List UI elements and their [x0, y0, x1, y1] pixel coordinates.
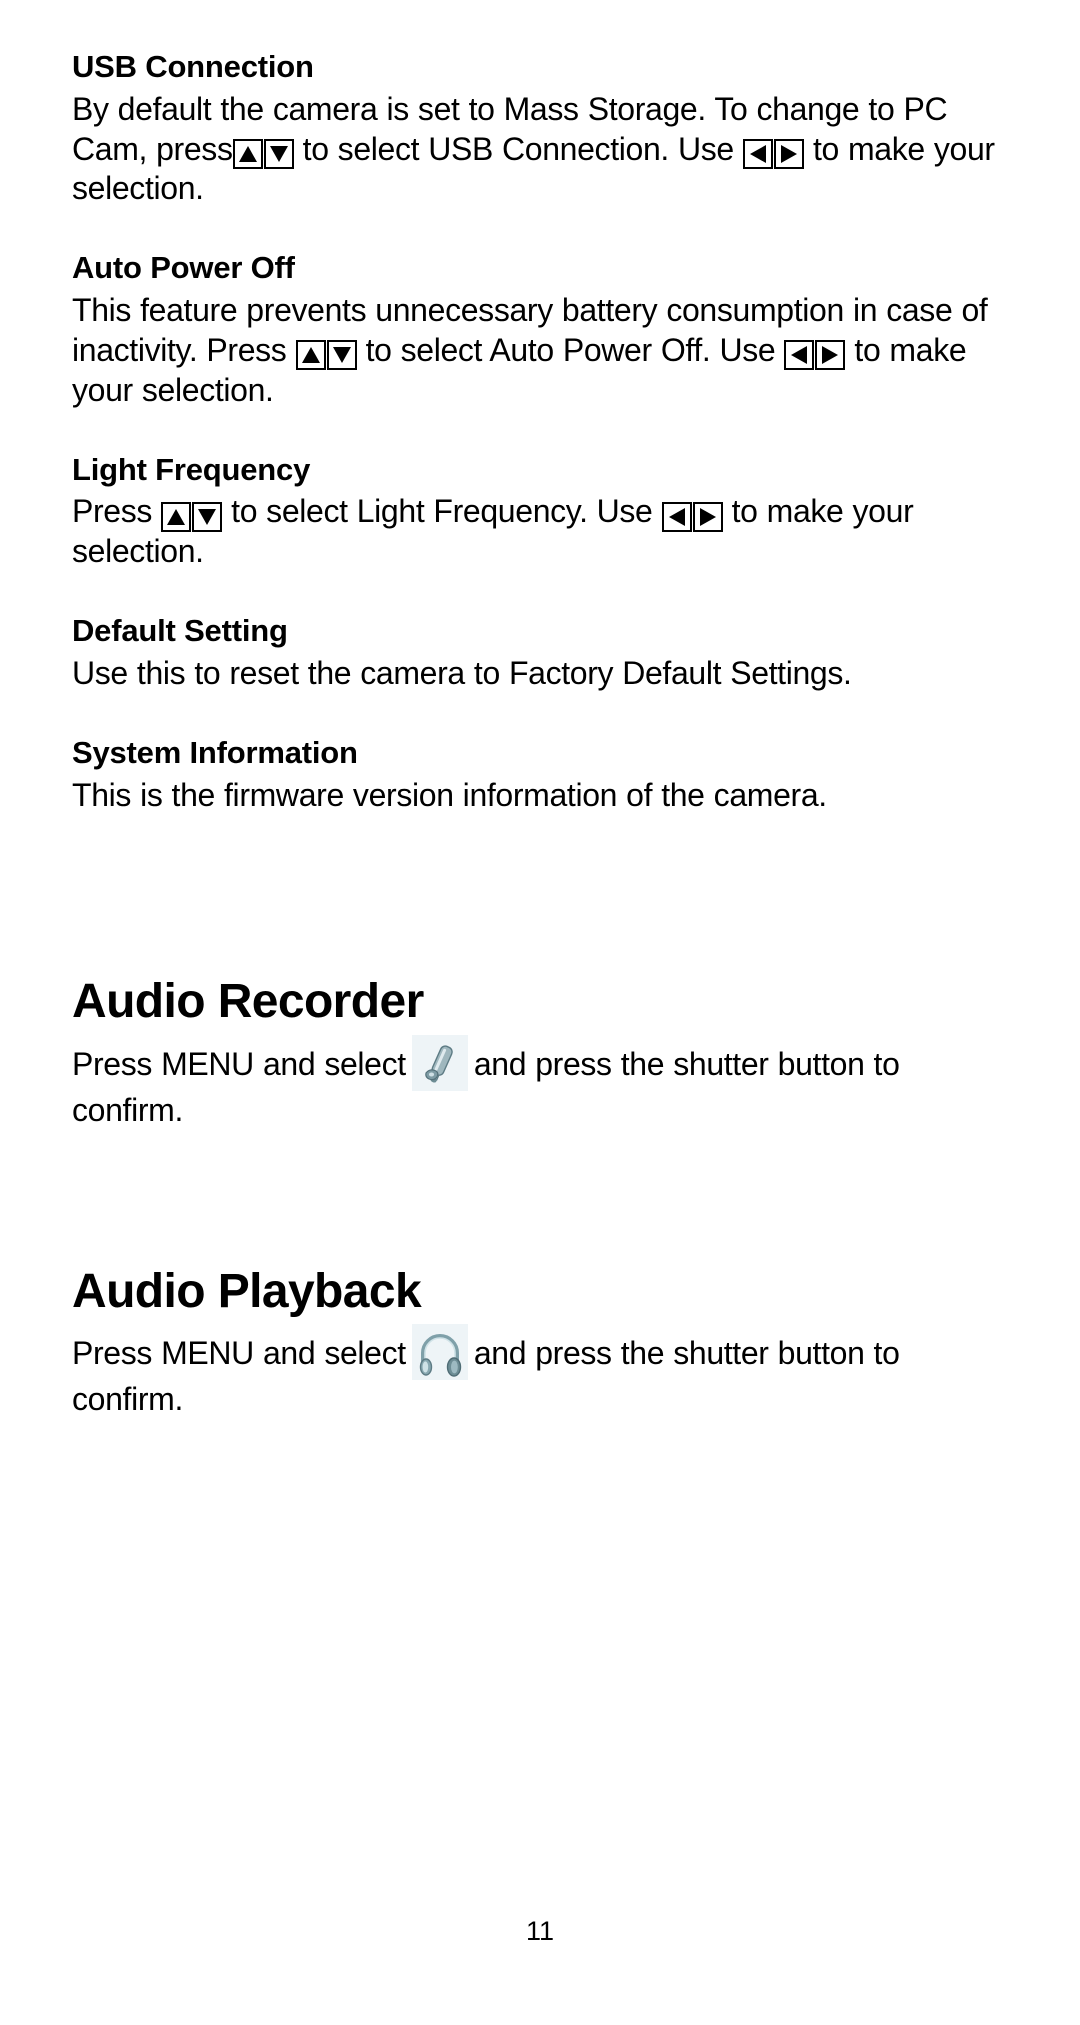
ap-text-part-1: Press MENU and select: [72, 1335, 406, 1372]
up-down-key-pair: [232, 139, 294, 170]
section-body-audio-playback: Press MENU and select and press the shutt…: [72, 1324, 1008, 1420]
page-content: USB Connection By default the camera is …: [72, 0, 1008, 1420]
section-system-information: System Information This is the firmware …: [72, 734, 1008, 816]
section-heading-usb-connection: USB Connection: [72, 49, 314, 84]
down-arrow-key-icon: [263, 139, 294, 170]
left-arrow-key-icon: [784, 340, 815, 371]
down-arrow-key-icon: [192, 501, 223, 532]
right-arrow-key-icon: [773, 139, 804, 170]
left-right-key-pair: [784, 340, 846, 371]
up-down-key-pair: [295, 340, 357, 371]
section-heading-audio-recorder: Audio Recorder: [72, 975, 424, 1029]
headphones-icon: [411, 1324, 468, 1381]
lf-text-part-2: to select Light Frequency. Use: [231, 493, 653, 530]
section-body-system-information: This is the firmware version information…: [72, 776, 827, 813]
left-right-key-pair: [742, 139, 804, 170]
right-arrow-key-icon: [692, 501, 723, 532]
up-arrow-key-icon: [161, 501, 192, 532]
section-audio-playback: Audio Playback Press MENU and select and …: [72, 1263, 1008, 1420]
vertical-spacer: [72, 855, 1008, 973]
section-usb-connection: USB Connection By default the camera is …: [72, 48, 1008, 209]
section-light-frequency: Light Frequency Press to select Light Fr…: [72, 451, 1008, 572]
left-right-key-pair: [661, 501, 723, 532]
section-body-usb-connection: By default the camera is set to Mass Sto…: [72, 90, 1008, 209]
up-arrow-key-icon: [232, 139, 263, 170]
lf-text-part-1: Press: [72, 493, 153, 530]
section-body-audio-recorder: Press MENU and select and press the shutt…: [72, 1034, 1008, 1131]
section-audio-recorder: Audio Recorder Press MENU and select and …: [72, 973, 1008, 1130]
section-body-default-setting: Use this to reset the camera to Factory …: [72, 654, 852, 691]
right-arrow-key-icon: [815, 340, 846, 371]
up-down-key-pair: [161, 501, 223, 532]
ar-text-part-1: Press MENU and select: [72, 1045, 406, 1082]
audio-recorder-icon: [411, 1034, 468, 1091]
section-auto-power-off: Auto Power Off This feature prevents unn…: [72, 249, 1008, 410]
left-arrow-key-icon: [742, 139, 773, 170]
page-number: 11: [525, 1916, 555, 1946]
manual-page: USB Connection By default the camera is …: [0, 0, 1080, 2025]
section-heading-default-setting: Default Setting: [72, 613, 288, 649]
section-default-setting: Default Setting Use this to reset the ca…: [72, 612, 1008, 694]
left-arrow-key-icon: [661, 501, 692, 532]
apo-text-part-2: to select Auto Power Off. Use: [365, 331, 776, 368]
section-body-auto-power-off: This feature prevents unnecessary batter…: [72, 291, 1008, 410]
section-heading-system-information: System Information: [72, 734, 358, 770]
vertical-spacer: [72, 1171, 1008, 1263]
up-arrow-key-icon: [295, 340, 326, 371]
down-arrow-key-icon: [326, 340, 357, 371]
section-body-light-frequency: Press to select Light Frequency. Use to …: [72, 492, 1008, 572]
usb-text-part-2: to select USB Connection. Use: [302, 130, 735, 167]
section-heading-audio-playback: Audio Playback: [72, 1264, 422, 1318]
section-heading-light-frequency: Light Frequency: [72, 451, 311, 487]
section-heading-auto-power-off: Auto Power Off: [72, 250, 295, 286]
